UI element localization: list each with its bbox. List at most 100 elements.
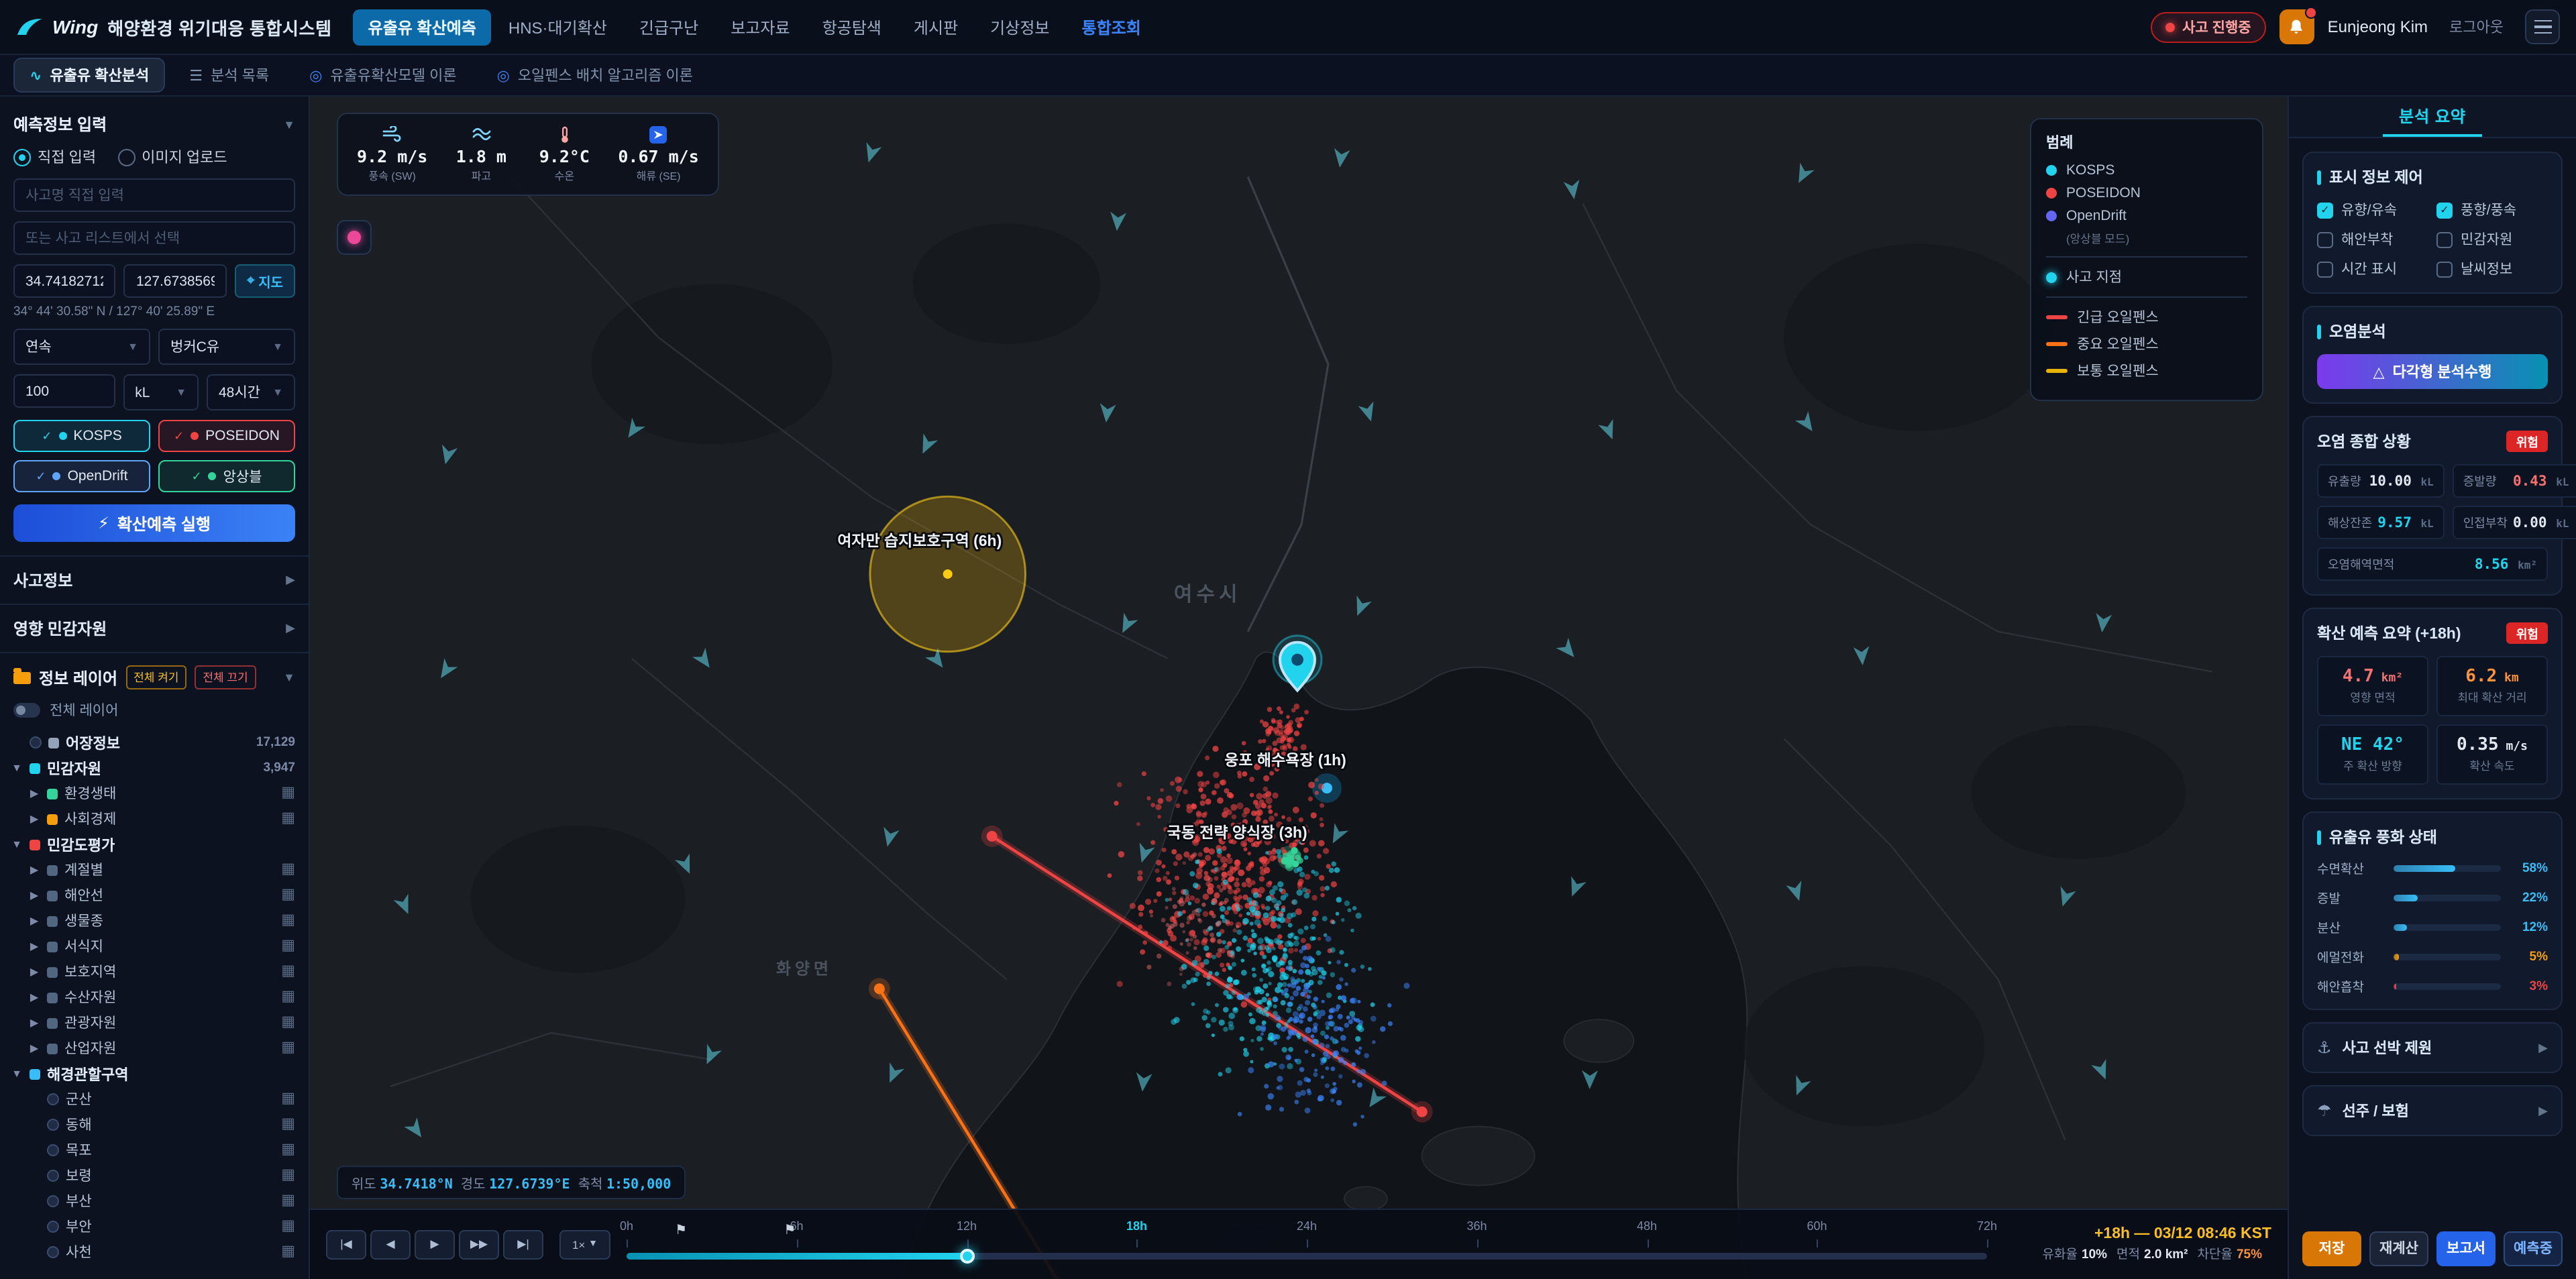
fence-endpoint[interactable] [873, 983, 885, 995]
checkbox-icon[interactable]: ✓ [2317, 202, 2333, 218]
layer-row-16[interactable]: 목포 ▦ [0, 1137, 309, 1163]
layer-row-10[interactable]: ▶ 수산자원 ▦ [0, 985, 309, 1010]
step-back-button[interactable]: ◀ [370, 1229, 411, 1259]
skip-start-button[interactable]: |◀ [326, 1229, 366, 1259]
grid-view-icon[interactable]: ▦ [281, 1244, 295, 1260]
grid-view-icon[interactable]: ▦ [281, 1091, 295, 1107]
tab-0[interactable]: ∿ 유출유 확산분석 [13, 58, 166, 93]
grid-view-icon[interactable]: ▦ [281, 938, 295, 954]
nav-item-2[interactable]: 긴급구난 [625, 9, 713, 45]
grid-view-icon[interactable]: ▦ [281, 1117, 295, 1132]
collapsed-section-0[interactable]: ⚓ 사고 선박 제원 ▶ [2302, 1022, 2563, 1073]
layer-row-15[interactable]: 동해 ▦ [0, 1112, 309, 1137]
nav-item-7[interactable]: 통합조회 [1067, 9, 1156, 45]
layer-row-5[interactable]: ▶ 계절별 ▦ [0, 857, 309, 883]
map-area[interactable]: 여수시 화양면 여자만 습지보호구역 (6h) 웅포 해수욕장 (1h) 국동 전략 양… [310, 97, 2288, 1279]
layer-toggle[interactable] [47, 1246, 59, 1258]
layer-row-3[interactable]: ▶ 사회경제 ▦ [0, 806, 309, 832]
spill-type-select[interactable]: 연속 ▼ [13, 329, 150, 365]
model-chip-앙상블[interactable]: ✓ 앙상블 [158, 460, 295, 492]
fast-forward-button[interactable]: ▶▶ [459, 1229, 499, 1259]
accordion-1[interactable]: 영향 민감자원 ▶ [0, 604, 309, 653]
play-button[interactable]: ▶ [415, 1229, 455, 1259]
model-chip-kosps[interactable]: ✓ KOSPS [13, 420, 150, 452]
grid-view-icon[interactable]: ▦ [281, 1219, 295, 1234]
master-layer-toggle[interactable] [13, 703, 40, 718]
accordion-0[interactable]: 사고정보 ▶ [0, 555, 309, 604]
display-option-1[interactable]: ✓ 풍향/풍속 [2436, 200, 2548, 220]
layers-all-on-button[interactable]: 전체 켜기 [125, 665, 187, 689]
layer-row-11[interactable]: ▶ 관광자원 ▦ [0, 1010, 309, 1036]
recalculate-button[interactable]: 재계산 [2369, 1231, 2428, 1266]
layer-toggle[interactable] [30, 736, 42, 748]
amount-unit-select[interactable]: kL ▼ [123, 374, 199, 410]
grid-view-icon[interactable]: ▦ [281, 1040, 295, 1056]
timeline-track[interactable] [627, 1252, 1987, 1259]
nav-item-1[interactable]: HNS·대기확산 [494, 9, 622, 45]
layer-row-4[interactable]: ▼ 민감도평가 [0, 832, 309, 857]
nav-item-4[interactable]: 항공탐색 [808, 9, 896, 45]
grid-view-icon[interactable]: ▦ [281, 862, 295, 877]
layer-row-6[interactable]: ▶ 해안선 ▦ [0, 883, 309, 908]
master-layer-row[interactable]: 전체 레이어 [0, 698, 309, 730]
amount-input[interactable] [13, 374, 115, 408]
nav-item-6[interactable]: 기상정보 [975, 9, 1064, 45]
tab-3[interactable]: ◎ 오일펜스 배치 알고리즘 이론 [481, 58, 709, 93]
timeline-track-area[interactable]: 0h 6h 12h 18h 24h 36h 48h 60h 72h ⚑ ⚑ [620, 1209, 1997, 1279]
checkbox-icon[interactable] [2436, 231, 2453, 247]
nav-item-0[interactable]: 유출유 확산예측 [353, 9, 491, 45]
report-button[interactable]: 보고서 [2436, 1231, 2496, 1266]
layer-row-9[interactable]: ▶ 보호지역 ▦ [0, 959, 309, 985]
display-option-4[interactable]: 시간 표시 [2317, 259, 2428, 279]
nav-item-3[interactable]: 보고자료 [716, 9, 804, 45]
grid-view-icon[interactable]: ▦ [281, 785, 295, 801]
notifications-button[interactable] [2279, 7, 2317, 44]
map-canvas[interactable]: 여수시화양면 여자만 습지보호구역 (6h) 웅포 해수욕장 (1h) 국동 전략 양… [310, 97, 2288, 1279]
fence-endpoint[interactable] [1416, 1106, 1428, 1117]
grid-view-icon[interactable]: ▦ [281, 887, 295, 903]
layer-row-17[interactable]: 보령 ▦ [0, 1163, 309, 1188]
timeline-handle[interactable] [959, 1248, 974, 1263]
skip-end-button[interactable]: ▶| [503, 1229, 543, 1259]
grid-view-icon[interactable]: ▦ [281, 913, 295, 928]
layer-row-7[interactable]: ▶ 생물종 ▦ [0, 908, 309, 934]
accident-list-input[interactable] [13, 221, 295, 255]
layer-row-0[interactable]: 어장정보 17,129 [0, 730, 309, 755]
longitude-input[interactable] [123, 264, 227, 298]
layer-row-1[interactable]: ▼ 민감자원 3,947 [0, 755, 309, 781]
layer-toggle[interactable] [47, 1221, 59, 1233]
nav-item-5[interactable]: 게시판 [899, 9, 973, 45]
accident-name-input[interactable] [13, 178, 295, 212]
fence-endpoint[interactable] [986, 830, 998, 842]
save-button[interactable]: 저장 [2302, 1231, 2361, 1266]
tab-1[interactable]: ☰ 분석 목록 [173, 58, 285, 93]
oil-type-select[interactable]: 벙커C유 ▼ [158, 329, 295, 365]
map-tool-button[interactable] [337, 220, 372, 255]
display-option-3[interactable]: 민감자원 [2436, 229, 2548, 249]
run-prediction-button[interactable]: ⚡ 확산예측 실행 [13, 504, 295, 542]
layer-row-18[interactable]: 부산 ▦ [0, 1188, 309, 1214]
hamburger-menu-button[interactable] [2525, 9, 2560, 44]
layer-row-2[interactable]: ▶ 환경생태 ▦ [0, 781, 309, 806]
layer-row-8[interactable]: ▶ 서식지 ▦ [0, 934, 309, 959]
layer-toggle[interactable] [47, 1093, 59, 1105]
grid-view-icon[interactable]: ▦ [281, 964, 295, 979]
layer-toggle[interactable] [47, 1195, 59, 1207]
grid-view-icon[interactable]: ▦ [281, 1193, 295, 1209]
model-chip-poseidon[interactable]: ✓ POSEIDON [158, 420, 295, 452]
latitude-input[interactable] [13, 264, 116, 298]
grid-view-icon[interactable]: ▦ [281, 811, 295, 826]
checkbox-icon[interactable]: ✓ [2436, 202, 2453, 218]
grid-view-icon[interactable]: ▦ [281, 1168, 295, 1183]
layer-row-20[interactable]: 사천 ▦ [0, 1239, 309, 1265]
grid-view-icon[interactable]: ▦ [281, 989, 295, 1005]
layer-toggle[interactable] [47, 1144, 59, 1156]
collapsed-section-1[interactable]: ☂ 선주 / 보험 ▶ [2302, 1085, 2563, 1136]
grid-view-icon[interactable]: ▦ [281, 1142, 295, 1158]
layer-row-13[interactable]: ▼ 해경관할구역 [0, 1061, 309, 1087]
display-option-2[interactable]: 해안부착 [2317, 229, 2428, 249]
checkbox-icon[interactable] [2317, 261, 2333, 277]
logout-button[interactable]: 로그아웃 [2441, 15, 2512, 39]
layer-toggle[interactable] [47, 1170, 59, 1182]
radio-direct-input[interactable]: 직접 입력 [13, 146, 96, 168]
